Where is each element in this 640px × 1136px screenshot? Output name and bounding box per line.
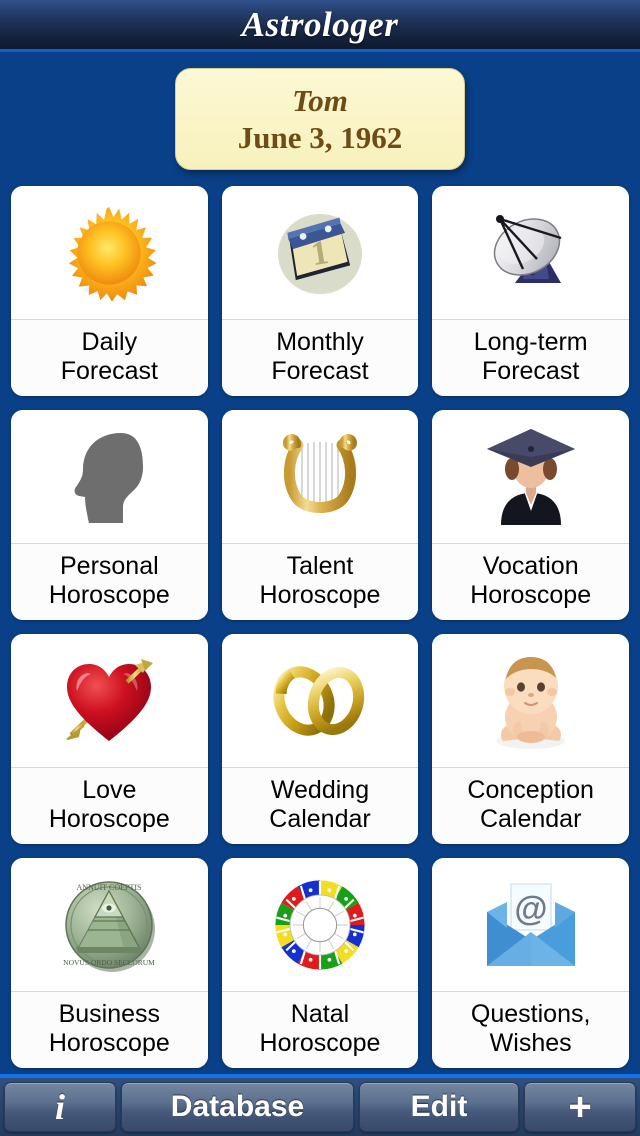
satellite-dish-icon bbox=[432, 186, 629, 320]
tile-label-line1: Wedding bbox=[270, 776, 370, 804]
tile-label-line2: Horoscope bbox=[48, 581, 170, 609]
tile-label-line2: Horoscope bbox=[470, 581, 592, 609]
calendar-icon: 1 bbox=[221, 186, 419, 320]
tile-label-line1: Monthly bbox=[276, 328, 364, 356]
tile-label-line1: Business bbox=[58, 1000, 161, 1028]
coin-pyramid-icon: ANNUIT COEPTIS NOVUS ORDO SECLORUM bbox=[11, 858, 208, 992]
tile-label-line2: Horoscope bbox=[259, 581, 381, 609]
tile-conception-calendar[interactable]: Conception Calendar bbox=[432, 634, 629, 844]
head-profile-icon bbox=[11, 410, 208, 544]
tile-label-line2: Wishes bbox=[489, 1029, 572, 1057]
app-root: Astrologer Tom June 3, 1962 Daily Foreca… bbox=[0, 0, 640, 1136]
person-card-area: Tom June 3, 1962 bbox=[0, 52, 640, 186]
tile-label-line1: Vocation bbox=[482, 552, 579, 580]
tile-love-horoscope[interactable]: Love Horoscope bbox=[11, 634, 208, 844]
edit-button-label: Edit bbox=[410, 1090, 468, 1123]
tile-label-line2: Calendar bbox=[479, 805, 582, 833]
tile-natal-horoscope[interactable]: Natal Horoscope bbox=[221, 858, 419, 1068]
database-button-label: Database bbox=[170, 1090, 305, 1123]
tile-label-line1: Daily bbox=[81, 328, 138, 356]
tile-label-line2: Calendar bbox=[269, 805, 371, 833]
tile-daily-forecast[interactable]: Daily Forecast bbox=[11, 186, 208, 396]
tile-label-line1: Questions, bbox=[470, 1000, 591, 1028]
page-title: Astrologer bbox=[241, 5, 399, 44]
tile-label-line2: Horoscope bbox=[48, 1029, 170, 1057]
svg-text:NOVUS ORDO SECLORUM: NOVUS ORDO SECLORUM bbox=[63, 958, 155, 967]
tile-business-horoscope[interactable]: ANNUIT COEPTIS NOVUS ORDO SECLORUM Busin… bbox=[11, 858, 208, 1068]
graduate-icon bbox=[432, 410, 629, 544]
database-button[interactable]: Database bbox=[121, 1082, 354, 1132]
tile-label: Wedding Calendar bbox=[221, 768, 419, 844]
sun-icon bbox=[11, 186, 208, 320]
tile-label-line2: Forecast bbox=[271, 357, 369, 385]
tile-talent-horoscope[interactable]: Talent Horoscope bbox=[221, 410, 419, 620]
heart-arrow-icon bbox=[11, 634, 208, 768]
person-card[interactable]: Tom June 3, 1962 bbox=[175, 68, 465, 170]
tile-label: Long-term Forecast bbox=[432, 320, 629, 396]
tile-label-line2: Horoscope bbox=[48, 805, 170, 833]
tile-questions-wishes[interactable]: @ Questions, Wishes bbox=[432, 858, 629, 1068]
tile-label-line2: Forecast bbox=[482, 357, 580, 385]
tile-label: Monthly Forecast bbox=[221, 320, 419, 396]
tile-label: Daily Forecast bbox=[11, 320, 208, 396]
tile-label-line1: Long-term bbox=[473, 328, 588, 356]
edit-button[interactable]: Edit bbox=[359, 1082, 519, 1132]
tile-long-term-forecast[interactable]: Long-term Forecast bbox=[432, 186, 629, 396]
tile-label: Love Horoscope bbox=[11, 768, 208, 844]
envelope-at-icon: @ bbox=[432, 858, 629, 992]
tile-label-line2: Forecast bbox=[60, 357, 158, 385]
tile-monthly-forecast[interactable]: 1 Monthly Forecast bbox=[221, 186, 419, 396]
tile-label: Conception Calendar bbox=[432, 768, 629, 844]
tile-label: Personal Horoscope bbox=[11, 544, 208, 620]
tile-label: Business Horoscope bbox=[11, 992, 208, 1068]
tile-label-line1: Talent bbox=[286, 552, 354, 580]
zodiac-wheel-icon bbox=[221, 858, 419, 992]
tile-label-line1: Personal bbox=[59, 552, 159, 580]
person-birth-date: June 3, 1962 bbox=[237, 119, 403, 155]
title-bar: Astrologer bbox=[0, 0, 640, 52]
baby-icon bbox=[432, 634, 629, 768]
info-icon: i bbox=[54, 1087, 65, 1127]
tile-personal-horoscope[interactable]: Personal Horoscope bbox=[11, 410, 208, 620]
tile-vocation-horoscope[interactable]: Vocation Horoscope bbox=[432, 410, 629, 620]
lyre-icon bbox=[221, 410, 419, 544]
tile-label-line1: Love bbox=[82, 776, 137, 804]
plus-icon: + bbox=[568, 1085, 592, 1129]
tile-label-line1: Natal bbox=[290, 1000, 350, 1028]
tile-label: Vocation Horoscope bbox=[432, 544, 629, 620]
tile-wedding-calendar[interactable]: Wedding Calendar bbox=[221, 634, 419, 844]
svg-text:ANNUIT COEPTIS: ANNUIT COEPTIS bbox=[77, 883, 142, 892]
bottom-toolbar: i Database Edit + bbox=[0, 1074, 640, 1136]
wedding-rings-icon bbox=[221, 634, 419, 768]
tile-label: Natal Horoscope bbox=[221, 992, 419, 1068]
add-button[interactable]: + bbox=[524, 1082, 636, 1132]
tile-label-line1: Conception bbox=[467, 776, 594, 804]
tile-label: Talent Horoscope bbox=[221, 544, 419, 620]
info-button[interactable]: i bbox=[4, 1082, 116, 1132]
tile-label: Questions, Wishes bbox=[432, 992, 629, 1068]
person-name: Tom bbox=[292, 82, 348, 118]
feature-grid: Daily Forecast 1 Monthly Forecast Long-t… bbox=[0, 186, 640, 1074]
svg-text:@: @ bbox=[514, 890, 547, 928]
tile-label-line2: Horoscope bbox=[259, 1029, 381, 1057]
